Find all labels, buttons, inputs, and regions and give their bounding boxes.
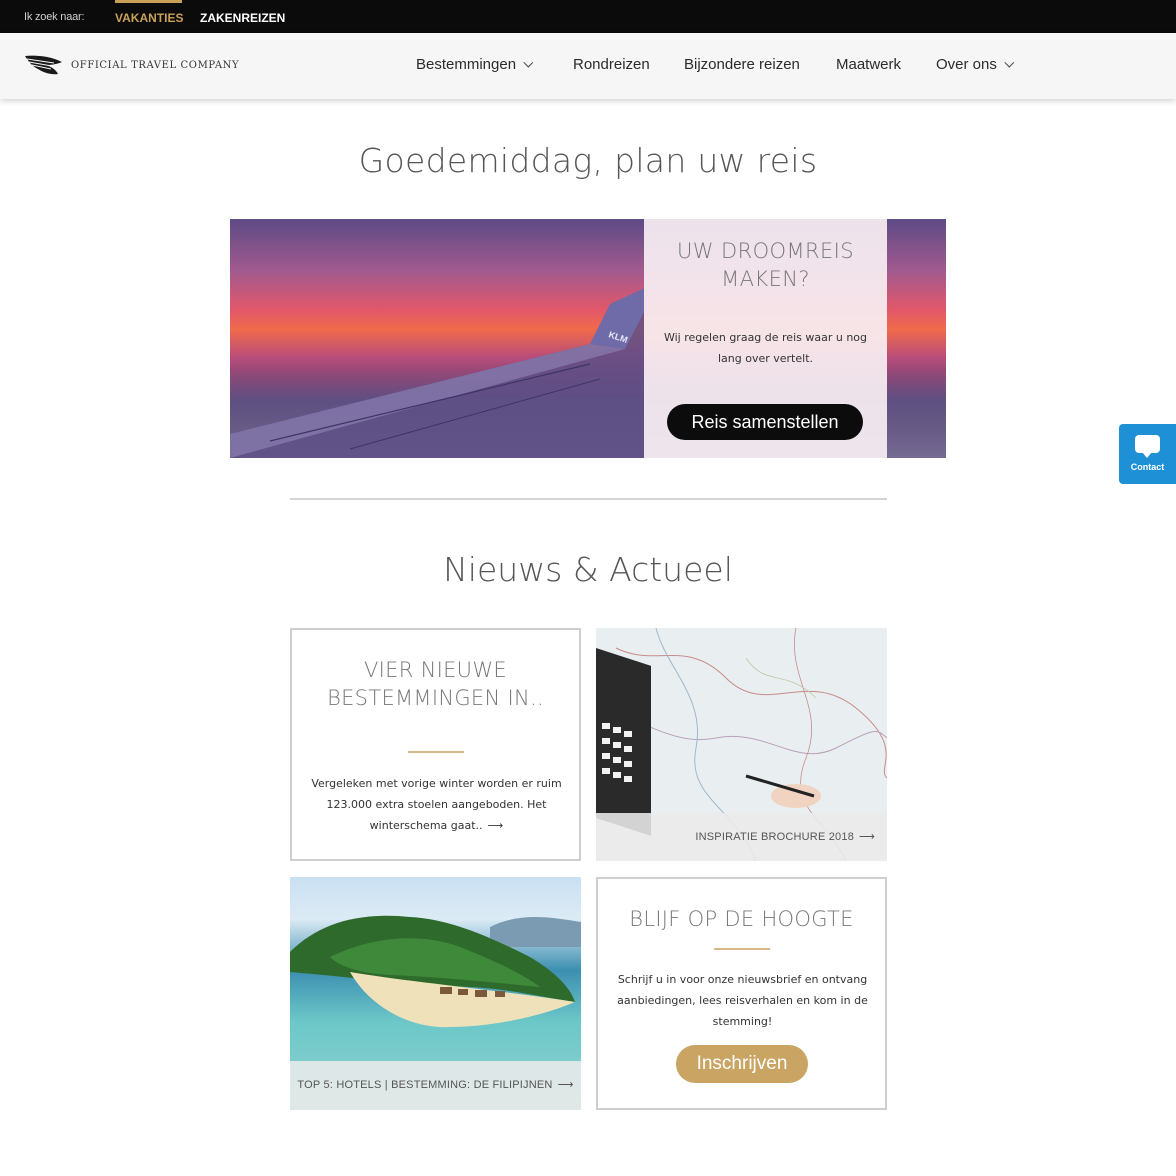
- card-title: BLIJF OP DE HOOGTE: [629, 907, 854, 931]
- hero-title: UW DROOMREIS MAKEN?: [677, 239, 854, 291]
- nav-item-over-ons[interactable]: Over ons: [936, 56, 1015, 73]
- news-section-title: Nieuws & Actueel: [443, 550, 733, 589]
- nav-item-label: Over ons: [936, 56, 997, 73]
- page-greeting: Goedemiddag, plan uw reis: [358, 141, 818, 180]
- card-caption[interactable]: TOP 5: HOTELS | BESTEMMING: DE FILIPIJNE…: [290, 1061, 581, 1110]
- news-card-brochure[interactable]: INSPIRATIE BROCHURE 2018 ⟶: [596, 628, 887, 861]
- nav-item-bijzondere-reizen[interactable]: Bijzondere reizen: [684, 56, 800, 73]
- section-divider: [290, 498, 887, 500]
- card-caption[interactable]: INSPIRATIE BROCHURE 2018 ⟶: [596, 813, 887, 861]
- tab-vakanties[interactable]: VAKANTIES: [115, 11, 183, 25]
- contact-widget[interactable]: Contact: [1119, 424, 1176, 484]
- hero-panel: UW DROOMREIS MAKEN? Wij regelen graag de…: [644, 219, 887, 458]
- news-card-filipijnen[interactable]: TOP 5: HOTELS | BESTEMMING: DE FILIPIJNE…: [290, 877, 581, 1110]
- chevron-down-icon: [1004, 57, 1015, 68]
- nav-item-label: Rondreizen: [573, 56, 650, 73]
- reis-samenstellen-button[interactable]: Reis samenstellen: [667, 404, 863, 440]
- logo-wing-icon: [25, 55, 62, 75]
- chevron-down-icon: [523, 57, 534, 68]
- nav-item-bestemmingen[interactable]: Bestemmingen: [416, 56, 534, 73]
- chat-bubble-icon: [1135, 435, 1160, 458]
- card-title: VIER NIEUWE BESTEMMINGEN IN..: [327, 658, 544, 710]
- site-logo[interactable]: OFFICIAL TRAVEL COMPANY: [24, 53, 239, 79]
- nav-item-label: Bestemmingen: [416, 56, 517, 73]
- arrow-right-icon: ⟶: [859, 831, 875, 843]
- arrow-right-icon: ⟶: [557, 1079, 574, 1091]
- card-divider: [407, 751, 464, 753]
- nav-item-label: Bijzondere reizen: [684, 56, 800, 73]
- airplane-wing-image: KLM: [230, 288, 644, 458]
- newsletter-card: BLIJF OP DE HOOGTE Schrijf u in voor onz…: [596, 877, 887, 1110]
- news-card-bestemmingen[interactable]: VIER NIEUWE BESTEMMINGEN IN.. Vergeleken…: [290, 628, 581, 861]
- nav-item-label: Maatwerk: [836, 56, 902, 73]
- caption-text: TOP 5: HOTELS | BESTEMMING: DE FILIPIJNE…: [297, 1079, 553, 1091]
- search-for-label: Ik zoek naar:: [24, 11, 85, 23]
- tab-zakenreizen[interactable]: ZAKENREIZEN: [200, 11, 285, 25]
- logo-text: OFFICIAL TRAVEL COMPANY: [71, 60, 240, 71]
- card-divider: [713, 948, 770, 950]
- nav-item-rondreizen[interactable]: Rondreizen: [573, 56, 650, 73]
- inschrijven-button[interactable]: Inschrijven: [676, 1045, 808, 1083]
- hero-text: Wij regelen graag de reis waar u nog lan…: [663, 331, 868, 365]
- active-tab-indicator: [115, 0, 182, 3]
- contact-label: Contact: [1130, 462, 1165, 472]
- nav-item-maatwerk[interactable]: Maatwerk: [836, 56, 901, 73]
- topbar: Ik zoek naar: VAKANTIES ZAKENREIZEN: [0, 0, 1176, 33]
- card-text: Vergeleken met vorige winter worden er r…: [308, 773, 565, 836]
- card-text-body: Vergeleken met vorige winter worden er r…: [311, 777, 562, 832]
- hero-banner: KLM UW DROOMREIS MAKEN? Wij regelen graa…: [230, 219, 946, 458]
- caption-text: INSPIRATIE BROCHURE 2018: [695, 831, 855, 843]
- card-text: Schrijf u in voor onze nieuwsbrief en on…: [617, 973, 868, 1028]
- arrow-right-icon[interactable]: ⟶: [488, 815, 504, 836]
- main-navbar: OFFICIAL TRAVEL COMPANY Bestemmingen Ron…: [0, 33, 1176, 99]
